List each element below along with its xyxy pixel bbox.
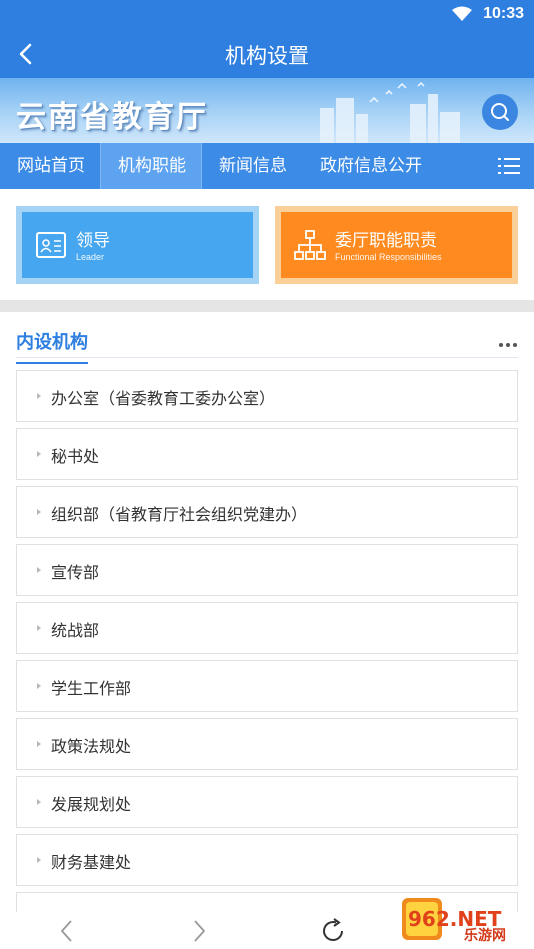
- more-dots-icon[interactable]: [498, 334, 518, 347]
- search-button[interactable]: [482, 94, 518, 130]
- list-item-label: 秘书处: [51, 447, 100, 466]
- list-item-label: 统战部: [51, 621, 100, 640]
- status-time: 10:33: [483, 5, 524, 22]
- leader-card[interactable]: 领导 Leader: [16, 206, 259, 284]
- status-bar: 10:33: [0, 0, 534, 30]
- chevron-left-icon: [60, 920, 72, 942]
- tab-functions[interactable]: 机构职能: [100, 143, 202, 189]
- bullet-arrow-icon: [37, 393, 41, 399]
- list-item[interactable]: 宣传部: [16, 544, 518, 596]
- chevron-right-icon: [194, 920, 206, 942]
- bullet-arrow-icon: [37, 567, 41, 573]
- list-item[interactable]: 统战部: [16, 602, 518, 654]
- list-item-label: 发展规划处: [51, 795, 132, 814]
- tab-news[interactable]: 新闻信息: [219, 143, 303, 189]
- page-title: 机构设置: [225, 44, 309, 68]
- list-item-label: 政策法规处: [51, 737, 132, 756]
- tab-home[interactable]: 网站首页: [0, 143, 100, 189]
- bullet-arrow-icon: [37, 683, 41, 689]
- list-item-label: 宣传部: [51, 563, 100, 582]
- list-item-label: 办公室（省委教育工委办公室）: [51, 389, 276, 408]
- wifi-icon: [452, 6, 472, 26]
- section-header: 内设机构: [16, 322, 518, 364]
- list-item[interactable]: 发展规划处: [16, 776, 518, 828]
- bullet-arrow-icon: [37, 451, 41, 457]
- city-skyline-decoration: [320, 81, 460, 143]
- watermark-bottom-text: 乐游网: [464, 927, 506, 944]
- list-item[interactable]: 学生工作部: [16, 660, 518, 712]
- search-icon: [491, 103, 509, 121]
- site-watermark-logo: 962.NET 乐游网: [402, 898, 506, 944]
- bullet-arrow-icon: [37, 741, 41, 747]
- menu-icon[interactable]: [498, 156, 520, 176]
- list-item[interactable]: 办公室（省委教育工委办公室）: [16, 370, 518, 422]
- bullet-arrow-icon: [37, 625, 41, 631]
- list-item-label: 学生工作部: [51, 679, 132, 698]
- bullet-arrow-icon: [37, 857, 41, 863]
- responsibilities-label: 委厅职能职责: [335, 231, 437, 251]
- bullet-arrow-icon: [37, 509, 41, 515]
- responsibilities-sublabel: Functional Responsibilities: [335, 252, 442, 262]
- leader-label: 领导: [76, 231, 110, 251]
- org-chart-icon: [293, 228, 327, 262]
- app-bar: 机构设置: [0, 30, 534, 78]
- refresh-button[interactable]: [318, 916, 348, 946]
- list-item[interactable]: 财务基建处: [16, 834, 518, 886]
- leader-sublabel: Leader: [76, 252, 105, 262]
- section-title: 内设机构: [16, 328, 88, 364]
- tab-gov-info[interactable]: 政府信息公开: [320, 143, 440, 189]
- site-banner: 云南省教育厅: [0, 78, 534, 143]
- category-nav: 网站首页 机构职能 新闻信息 政府信息公开: [0, 143, 534, 189]
- section-divider: [0, 300, 534, 312]
- list-item[interactable]: 组织部（省教育厅社会组织党建办）: [16, 486, 518, 538]
- list-item-label: 财务基建处: [51, 853, 132, 872]
- nav-forward-button[interactable]: [184, 916, 214, 946]
- refresh-icon: [323, 918, 343, 941]
- bullet-arrow-icon: [37, 799, 41, 805]
- id-card-icon: [34, 228, 68, 262]
- list-item-label: 组织部（省教育厅社会组织党建办）: [51, 505, 308, 524]
- nav-back-button[interactable]: [52, 916, 82, 946]
- responsibilities-card[interactable]: 委厅职能职责 Functional Responsibilities: [275, 206, 518, 284]
- site-name: 云南省教育厅: [16, 100, 208, 135]
- list-item[interactable]: 政策法规处: [16, 718, 518, 770]
- list-item[interactable]: 秘书处: [16, 428, 518, 480]
